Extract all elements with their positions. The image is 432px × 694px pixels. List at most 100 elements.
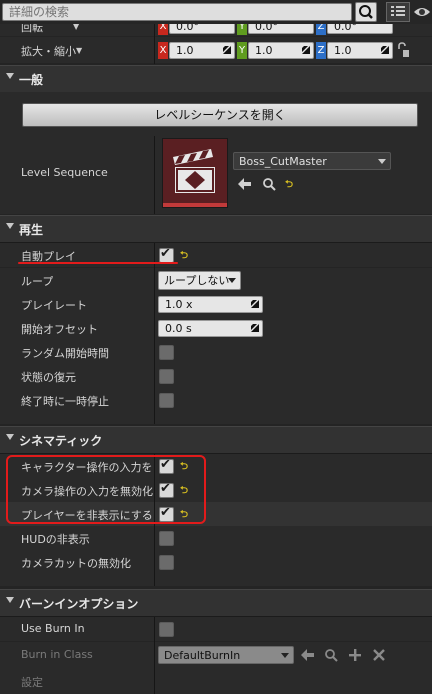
chevron-down-icon [378, 159, 386, 164]
drag-grip-icon [223, 46, 231, 54]
clapperboard-icon [173, 149, 215, 193]
collapse-arrow-icon [6, 223, 14, 229]
chevron-down-icon [281, 653, 289, 658]
rotation-y-axis: Y [237, 24, 247, 35]
column-divider [154, 243, 155, 424]
rotation-z-field[interactable]: 0.0° [327, 24, 393, 34]
disable-camera-cuts-row: カメラカットの無効化 [0, 550, 432, 586]
burnin-class-row: Burn in Class DefaultBurnIn [0, 642, 432, 668]
section-cinematic-title: シネマティック [19, 434, 103, 448]
scale-label: 拡大・縮小 [21, 45, 76, 58]
column-divider [154, 136, 155, 214]
loop-dropdown[interactable]: ループしない [158, 271, 241, 290]
asset-name: Boss_CutMaster [239, 155, 327, 168]
thumbnail-underline [163, 203, 227, 207]
rotation-label: 回転 [21, 24, 43, 34]
use-selected-arrow-icon[interactable] [238, 178, 252, 190]
random-start-row: ランダム開始時間 [0, 340, 432, 364]
column-divider [154, 617, 155, 694]
use-burnin-checkbox[interactable] [159, 622, 174, 637]
chevron-down-icon [228, 278, 236, 283]
annotation-box [6, 455, 206, 524]
disable-camera-cuts-label: カメラカットの無効化 [21, 557, 131, 570]
reset-to-default-icon[interactable]: ⮌ [285, 177, 293, 194]
scale-z-axis: Z [316, 42, 326, 59]
reset-to-default-icon[interactable]: ⮌ [180, 248, 188, 265]
restore-state-checkbox[interactable] [159, 369, 174, 384]
settings-label: 設定 [21, 676, 43, 689]
level-sequence-label: Level Sequence [21, 166, 108, 179]
start-offset-row: 開始オフセット 0.0 s [0, 316, 432, 340]
restore-state-row: 状態の復元 [0, 364, 432, 388]
random-start-label: ランダム開始時間 [21, 347, 109, 360]
list-view-icon [391, 6, 405, 16]
rotation-x-field[interactable]: 0.0° [169, 24, 235, 34]
browse-search-icon[interactable] [262, 177, 276, 191]
section-burnin[interactable]: バーンインオプション [0, 589, 432, 617]
hide-hud-checkbox[interactable] [159, 531, 174, 546]
view-options-button[interactable] [386, 2, 410, 22]
rotation-z-axis: Z [316, 24, 326, 35]
use-selected-arrow-icon[interactable] [301, 649, 315, 661]
burnin-class-label: Burn in Class [21, 648, 93, 661]
search-icon [359, 5, 373, 19]
scale-x-field[interactable]: 1.0 [169, 42, 235, 59]
search-bar [0, 0, 432, 24]
scale-y-field[interactable]: 1.0 [248, 42, 314, 59]
lock-icon[interactable] [396, 42, 410, 58]
scale-x-axis: X [158, 42, 168, 59]
drag-grip-icon [251, 300, 259, 308]
collapse-arrow-icon [6, 597, 14, 603]
section-general[interactable]: 一般 [0, 65, 432, 93]
loop-row: ループ ループしない [0, 268, 432, 292]
hide-hud-label: HUDの非表示 [21, 533, 90, 546]
collapse-arrow-icon [6, 434, 14, 440]
rotation-x-axis: X [158, 24, 168, 35]
rotation-row: 回転 ▼ X 0.0° Y 0.0° Z 0.0° [0, 24, 432, 36]
level-sequence-row: Level Sequence Boss_CutMaster ⮌ [0, 136, 432, 214]
browse-search-icon[interactable] [324, 648, 338, 662]
asset-picker-dropdown[interactable]: Boss_CutMaster [233, 152, 391, 170]
playrate-row: プレイレート 1.0 x [0, 292, 432, 316]
disable-camera-cuts-checkbox[interactable] [159, 555, 174, 570]
start-offset-label: 開始オフセット [21, 323, 98, 336]
section-cinematic[interactable]: シネマティック [0, 426, 432, 454]
random-start-checkbox[interactable] [159, 345, 174, 360]
burnin-class-dropdown[interactable]: DefaultBurnIn [158, 646, 294, 664]
scale-z-field[interactable]: 1.0 [327, 42, 393, 59]
section-playback[interactable]: 再生 [0, 215, 432, 243]
search-input[interactable] [2, 3, 352, 21]
scale-dropdown-arrow[interactable]: ▼ [76, 46, 82, 55]
collapse-arrow-icon [6, 73, 14, 79]
settings-row: 設定 [0, 668, 432, 694]
playrate-field[interactable]: 1.0 x [158, 296, 263, 313]
use-burnin-label: Use Burn In [21, 622, 85, 635]
restore-state-label: 状態の復元 [21, 371, 76, 384]
add-icon[interactable] [349, 649, 361, 661]
hide-hud-row: HUDの非表示 [0, 526, 432, 550]
open-level-sequence-button[interactable]: レベルシーケンスを開く [22, 103, 418, 127]
pause-at-end-row: 終了時に一時停止 [0, 388, 432, 424]
pause-at-end-checkbox[interactable] [159, 393, 174, 408]
open-sequence-row: レベルシーケンスを開く [0, 92, 432, 136]
asset-thumbnail[interactable] [162, 138, 228, 208]
use-burnin-row: Use Burn In [0, 617, 432, 641]
start-offset-field[interactable]: 0.0 s [158, 320, 263, 337]
annotation-underline [18, 262, 178, 264]
pause-at-end-label: 終了時に一時停止 [21, 395, 109, 408]
rotation-dropdown-arrow[interactable]: ▼ [73, 24, 79, 31]
clear-icon[interactable] [373, 649, 385, 661]
loop-value: ループしない [164, 274, 230, 287]
column-divider [154, 24, 155, 64]
autoplay-checkbox[interactable]: ✔ [159, 246, 174, 263]
drag-grip-icon [251, 324, 259, 332]
search-button[interactable] [355, 2, 377, 22]
drag-grip-icon [302, 46, 310, 54]
section-general-title: 一般 [19, 73, 44, 87]
scale-y-axis: Y [237, 42, 247, 59]
playrate-label: プレイレート [21, 299, 87, 312]
drag-grip-icon [381, 46, 389, 54]
loop-label: ループ [21, 275, 54, 288]
rotation-y-field[interactable]: 0.0° [248, 24, 314, 34]
eye-icon[interactable] [413, 5, 431, 19]
